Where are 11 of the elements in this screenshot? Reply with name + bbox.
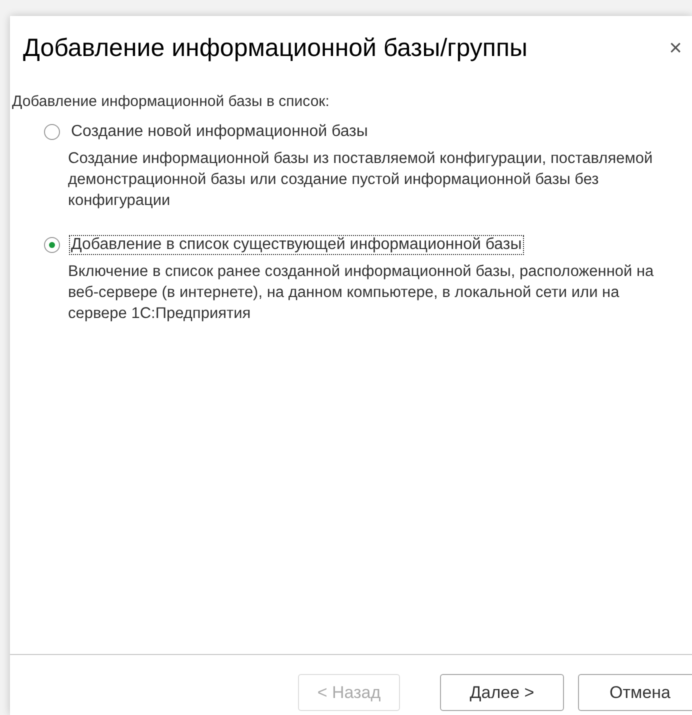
radio-button[interactable]	[44, 124, 60, 140]
option-description: Включение в список ранее созданной информационной базы, расположенной на веб-сервере (в интернете), на данном компьютере, в локальной сети или на сервере 1С:Предприятия	[68, 262, 655, 324]
option-label[interactable]: Добавление в список существующей информационной базы	[69, 235, 524, 255]
close-button[interactable]: ×	[663, 35, 688, 61]
radio-button[interactable]	[44, 237, 60, 253]
dialog-button[interactable]: Далее >	[440, 674, 564, 711]
dialog-button[interactable]: Отмена	[578, 674, 692, 711]
window-title: Добавление информационной базы/группы	[23, 34, 528, 62]
prompt-label: Добавление информационной базы в список:	[12, 93, 330, 110]
option-description: Создание информационной базы из поставляемой конфигурации, поставляемой демонстрационной базы или создание пустой информационной базы без конфигурации	[68, 149, 654, 211]
option-label[interactable]: Создание новой информационной базы	[69, 122, 370, 142]
